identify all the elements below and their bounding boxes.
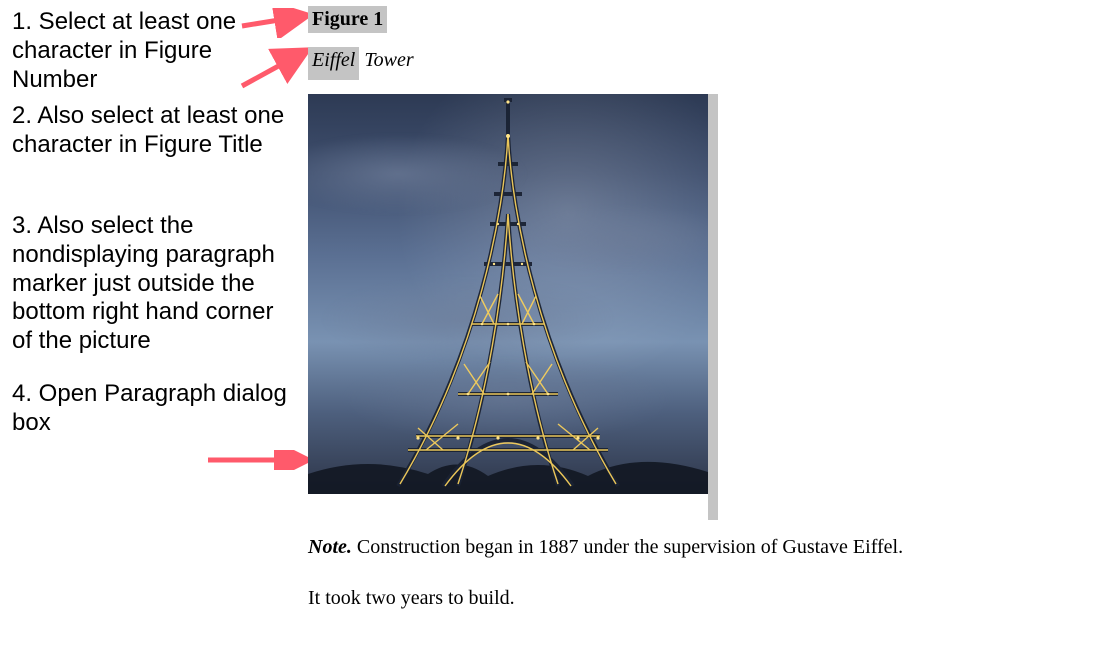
figure-image[interactable]: [308, 94, 708, 494]
figure-number-prefix: Figure: [312, 8, 368, 30]
page-canvas: { "instructions": { "step1": "1. Select …: [0, 0, 1100, 657]
figure-number-rest: 1: [368, 8, 383, 30]
eiffel-tower-icon: [308, 94, 708, 494]
figure-title-highlighted[interactable]: Eiffel: [308, 47, 359, 80]
figure-note-text: Construction began in 1887 under the sup…: [352, 536, 903, 558]
instruction-step-2: 2. Also select at least one character in…: [12, 102, 290, 160]
figure-note-label: Note.: [308, 536, 352, 558]
instruction-step-3: 3. Also select the nondisplaying paragra…: [12, 212, 290, 356]
figure-number-line: Figure 1: [308, 6, 1088, 33]
figure-number-highlighted[interactable]: Figure 1: [308, 6, 387, 33]
instruction-column: 1. Select at least one character in Figu…: [12, 8, 290, 446]
arrow-to-paragraph-marker-icon: [204, 450, 314, 470]
figure-title-prefix: Eiffel: [312, 49, 355, 71]
selection-strip-side: [708, 94, 718, 494]
instruction-step-1: 1. Select at least one character in Figu…: [12, 8, 290, 94]
figure-title-rest: Tower: [359, 49, 413, 71]
instruction-step-4: 4. Open Paragraph dialog box: [12, 380, 290, 438]
figure-document: Figure 1 Eiffel Tower: [308, 6, 1088, 610]
selection-strip-bottom: [708, 494, 718, 520]
figure-title-line: Eiffel Tower: [308, 47, 1088, 80]
figure-image-wrap: [308, 94, 708, 494]
figure-note: Note. Construction began in 1887 under t…: [308, 534, 1088, 561]
figure-note-line2: It took two years to build.: [308, 587, 1088, 610]
